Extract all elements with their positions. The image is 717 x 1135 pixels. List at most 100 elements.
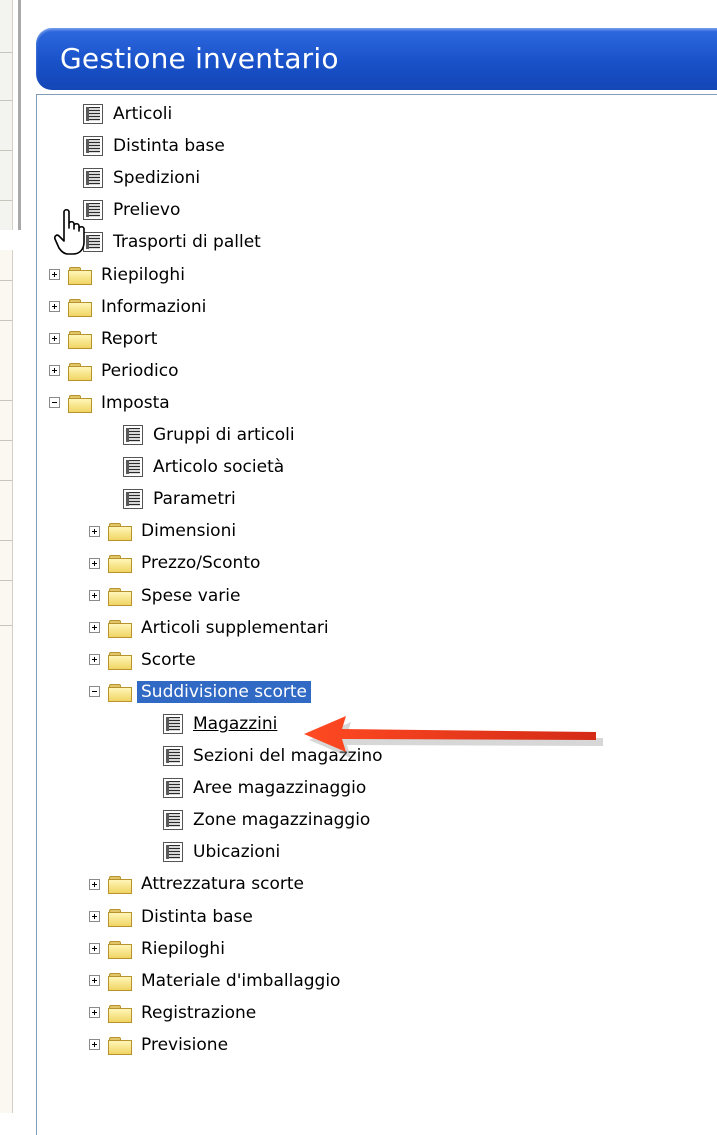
- tree-item-label[interactable]: Riepiloghi: [141, 939, 225, 959]
- expand-plus-icon[interactable]: [89, 878, 100, 890]
- tree-leaf-item[interactable]: Gruppi di articoli: [123, 422, 295, 448]
- tree-leaf-item[interactable]: Ubicazioni: [163, 839, 280, 865]
- folder-icon: [68, 330, 92, 349]
- tree-item-label[interactable]: Zone magazzinaggio: [193, 810, 370, 830]
- tree-item-label[interactable]: Materiale d'imballaggio: [141, 971, 340, 991]
- tree-item-label[interactable]: Gruppi di articoli: [153, 425, 295, 445]
- document-list-icon: [83, 168, 103, 189]
- tree-folder-item[interactable]: Previsione: [89, 1032, 228, 1058]
- document-list-icon: [123, 457, 143, 478]
- strip-tick: [0, 200, 12, 201]
- tree-item-label[interactable]: Trasporti di pallet: [113, 232, 261, 252]
- folder-icon: [108, 651, 132, 670]
- panel-title-bar: Gestione inventario: [36, 28, 717, 90]
- strip-tick: [0, 625, 12, 626]
- tree-item-label[interactable]: Registrazione: [141, 1003, 256, 1023]
- tree-leaf-item[interactable]: Articoli: [83, 101, 172, 127]
- tree-folder-item[interactable]: Scorte: [89, 647, 196, 673]
- document-list-icon: [163, 746, 183, 766]
- strip-tick: [0, 400, 12, 401]
- tree-leaf-item[interactable]: Magazzini: [163, 711, 277, 737]
- expand-plus-icon[interactable]: [89, 654, 100, 666]
- tree-item-label[interactable]: Attrezzatura scorte: [141, 874, 304, 894]
- expand-plus-icon[interactable]: [89, 1039, 100, 1051]
- tree-item-label[interactable]: Previsione: [141, 1035, 228, 1055]
- tree-item-label[interactable]: Periodico: [101, 361, 178, 381]
- tree-item-label[interactable]: Prezzo/Sconto: [141, 553, 260, 573]
- tree-item-label[interactable]: Magazzini: [193, 714, 277, 734]
- tree-folder-item[interactable]: Imposta: [49, 390, 170, 416]
- tree-item-label[interactable]: Prelievo: [113, 200, 180, 220]
- tree-leaf-item[interactable]: Distinta base: [83, 133, 225, 159]
- tree-folder-item[interactable]: Attrezzatura scorte: [89, 871, 304, 897]
- tree-item-label[interactable]: Spese varie: [141, 586, 240, 606]
- tree-item-label[interactable]: Distinta base: [113, 136, 225, 156]
- expand-plus-icon[interactable]: [89, 911, 100, 922]
- tree-folder-item[interactable]: Report: [49, 326, 157, 352]
- tree-folder-item[interactable]: Prezzo/Sconto: [89, 550, 260, 576]
- tree-item-label[interactable]: Distinta base: [141, 907, 253, 927]
- tree-item-label[interactable]: Spedizioni: [113, 168, 200, 188]
- expand-plus-icon[interactable]: [49, 365, 60, 377]
- tree-folder-item[interactable]: Spese varie: [89, 583, 240, 609]
- tree-folder-item[interactable]: Periodico: [49, 358, 178, 384]
- tree-folder-item[interactable]: Riepiloghi: [89, 936, 225, 962]
- expand-plus-icon[interactable]: [49, 333, 60, 345]
- document-list-icon: [123, 425, 143, 445]
- tree-item-label[interactable]: Suddivisione scorte: [136, 679, 312, 704]
- tree-item-label[interactable]: Dimensioni: [141, 521, 236, 541]
- tree-item-label[interactable]: Parametri: [153, 489, 236, 509]
- strip-tick: [0, 150, 12, 151]
- expand-plus-icon[interactable]: [89, 590, 100, 601]
- red-arrow-icon: [304, 716, 603, 758]
- tree-item-label[interactable]: Articoli supplementari: [141, 618, 329, 638]
- panel-title: Gestione inventario: [60, 42, 339, 75]
- tree-item-label[interactable]: Riepiloghi: [101, 265, 185, 285]
- document-list-icon: [163, 713, 183, 734]
- expand-plus-icon[interactable]: [89, 557, 100, 569]
- tree-leaf-item[interactable]: Zone magazzinaggio: [163, 807, 370, 833]
- tree-leaf-item[interactable]: Parametri: [123, 486, 236, 512]
- background-scrollbar: [18, 0, 21, 230]
- expand-plus-icon[interactable]: [89, 943, 100, 955]
- tree-folder-item[interactable]: Registrazione: [89, 1000, 256, 1026]
- navigation-tree: Articoli Distinta base Spedizioni Prelievo T…: [36, 94, 717, 1135]
- hand-pointer-icon: [54, 208, 85, 255]
- tree-folder-item[interactable]: Distinta base: [89, 904, 253, 930]
- tree-leaf-item[interactable]: Trasporti di pallet: [83, 229, 261, 255]
- tree-folder-item[interactable]: Riepiloghi: [49, 262, 185, 288]
- expand-plus-icon[interactable]: [89, 975, 100, 987]
- expand-plus-icon[interactable]: [89, 525, 100, 537]
- tree-folder-item[interactable]: Articoli supplementari: [89, 615, 329, 641]
- folder-icon: [68, 362, 92, 381]
- tree-item-label[interactable]: Ubicazioni: [193, 842, 280, 862]
- tree-item-label[interactable]: Articolo società: [153, 457, 284, 477]
- tree-leaf-item[interactable]: Aree magazzinaggio: [163, 775, 366, 801]
- expand-plus-icon[interactable]: [49, 269, 60, 280]
- collapse-minus-icon[interactable]: [49, 397, 60, 409]
- tree-folder-item[interactable]: Dimensioni: [89, 518, 236, 544]
- tree-item-label[interactable]: Scorte: [141, 650, 196, 670]
- tree-leaf-item[interactable]: Articolo società: [123, 454, 284, 480]
- tree-folder-item[interactable]: Materiale d'imballaggio: [89, 968, 340, 994]
- collapse-minus-icon[interactable]: [89, 686, 100, 698]
- tree-leaf-item[interactable]: Prelievo: [83, 197, 180, 223]
- tree-item-label[interactable]: Articoli: [113, 104, 172, 124]
- folder-icon: [108, 522, 132, 542]
- folder-icon: [108, 587, 132, 606]
- folder-icon: [108, 908, 132, 927]
- strip-tick: [0, 100, 12, 101]
- tree-item-label[interactable]: Informazioni: [101, 297, 206, 317]
- expand-plus-icon[interactable]: [89, 1007, 100, 1019]
- document-list-icon: [163, 842, 183, 863]
- strip-tick: [0, 280, 12, 281]
- expand-plus-icon[interactable]: [49, 301, 60, 313]
- tree-item-label[interactable]: Report: [101, 329, 157, 349]
- expand-plus-icon[interactable]: [89, 622, 100, 634]
- tree-item-label[interactable]: Imposta: [101, 393, 170, 413]
- tree-folder-item[interactable]: Informazioni: [49, 294, 206, 320]
- tree-item-label[interactable]: Aree magazzinaggio: [193, 778, 366, 798]
- tree-leaf-item[interactable]: Spedizioni: [83, 165, 200, 191]
- strip-tick: [0, 320, 12, 321]
- tree-folder-item[interactable]: Suddivisione scorte: [89, 679, 312, 705]
